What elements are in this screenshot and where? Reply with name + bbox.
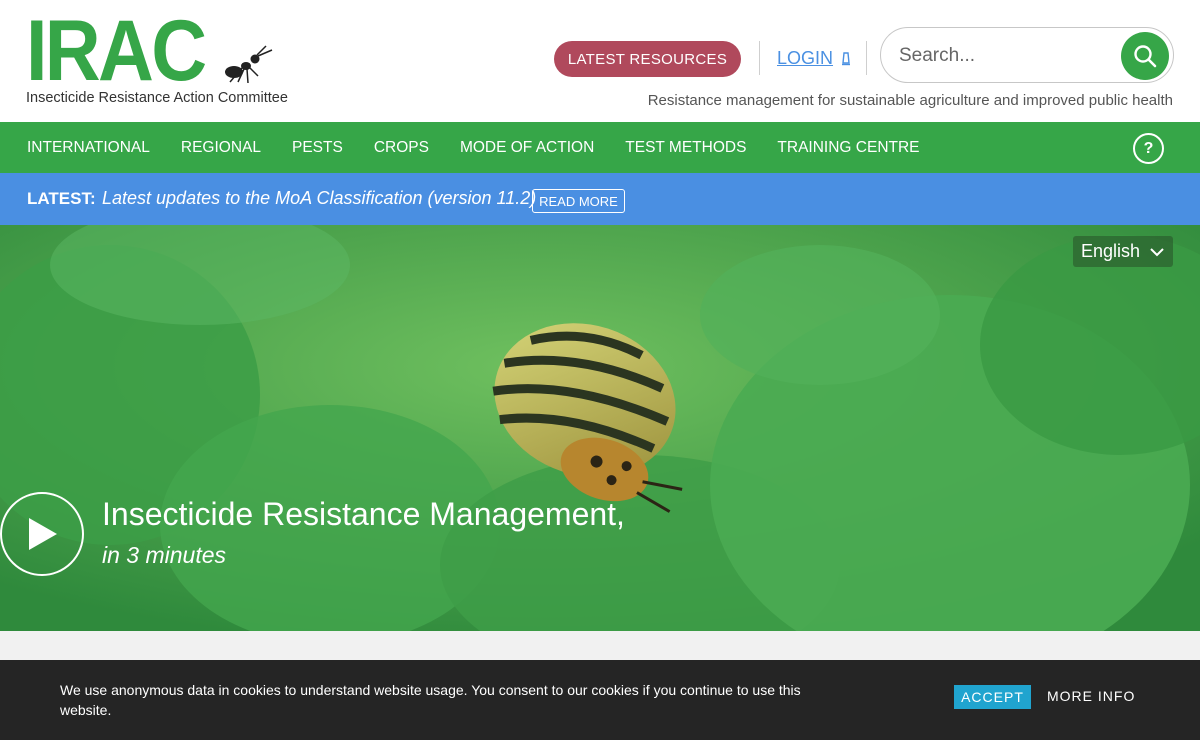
accept-cookies-button[interactable]: ACCEPT xyxy=(954,685,1031,709)
ant-icon xyxy=(225,45,273,84)
nav-item-pests[interactable]: PESTS xyxy=(292,139,343,157)
nav-item-training-centre[interactable]: TRAINING CENTRE xyxy=(777,139,919,157)
hero-image xyxy=(0,225,1200,631)
cookie-message: We use anonymous data in cookies to unde… xyxy=(60,682,801,718)
divider xyxy=(866,41,867,75)
logo-wordmark: IRAC xyxy=(26,3,207,99)
login-link[interactable]: LOGIN xyxy=(777,47,851,69)
site-header: IRAC Insecticide Resistance Action Commi… xyxy=(0,0,1200,122)
login-label: LOGIN xyxy=(777,47,834,68)
site-strapline: Resistance management for sustainable ag… xyxy=(647,92,1173,109)
nav-item-regional[interactable]: REGIONAL xyxy=(181,139,261,157)
language-label: English xyxy=(1081,241,1141,261)
more-info-link[interactable]: MORE INFO xyxy=(1047,688,1135,704)
site-logo[interactable]: IRAC Insecticide Resistance Action Commi… xyxy=(26,3,316,108)
latest-resources-button[interactable]: LATEST RESOURCES xyxy=(554,41,741,77)
content-strip xyxy=(0,631,1200,661)
search-button[interactable] xyxy=(1121,32,1169,80)
user-icon xyxy=(842,51,851,65)
hero-title: Insecticide Resistance Management, xyxy=(102,496,625,532)
nav-item-crops[interactable]: CROPS xyxy=(374,139,429,157)
main-nav: INTERNATIONAL REGIONAL PESTS CROPS MODE … xyxy=(0,122,1200,173)
logo-tagline: Insecticide Resistance Action Committee xyxy=(26,90,288,106)
play-icon xyxy=(29,518,57,550)
latest-news-link[interactable]: Latest updates to the MoA Classification… xyxy=(102,188,536,209)
search-input[interactable] xyxy=(899,41,1119,71)
search-icon xyxy=(1134,45,1157,68)
nav-item-test-methods[interactable]: TEST METHODS xyxy=(625,139,746,157)
latest-label: LATEST: xyxy=(27,189,96,208)
nav-item-mode-of-action[interactable]: MODE OF ACTION xyxy=(460,139,594,157)
play-video-button[interactable] xyxy=(0,492,84,576)
search-box xyxy=(880,27,1174,83)
hero-subtitle: in 3 minutes xyxy=(102,542,227,568)
nav-items: INTERNATIONAL REGIONAL PESTS CROPS MODE … xyxy=(27,122,951,173)
divider xyxy=(759,41,760,75)
read-more-button[interactable]: READ MORE xyxy=(532,189,625,213)
language-selector[interactable]: English xyxy=(1073,236,1173,267)
help-icon[interactable]: ? xyxy=(1133,133,1164,164)
chevron-down-icon xyxy=(1150,247,1164,256)
hero-banner xyxy=(0,225,1200,631)
nav-item-international[interactable]: INTERNATIONAL xyxy=(27,139,150,157)
